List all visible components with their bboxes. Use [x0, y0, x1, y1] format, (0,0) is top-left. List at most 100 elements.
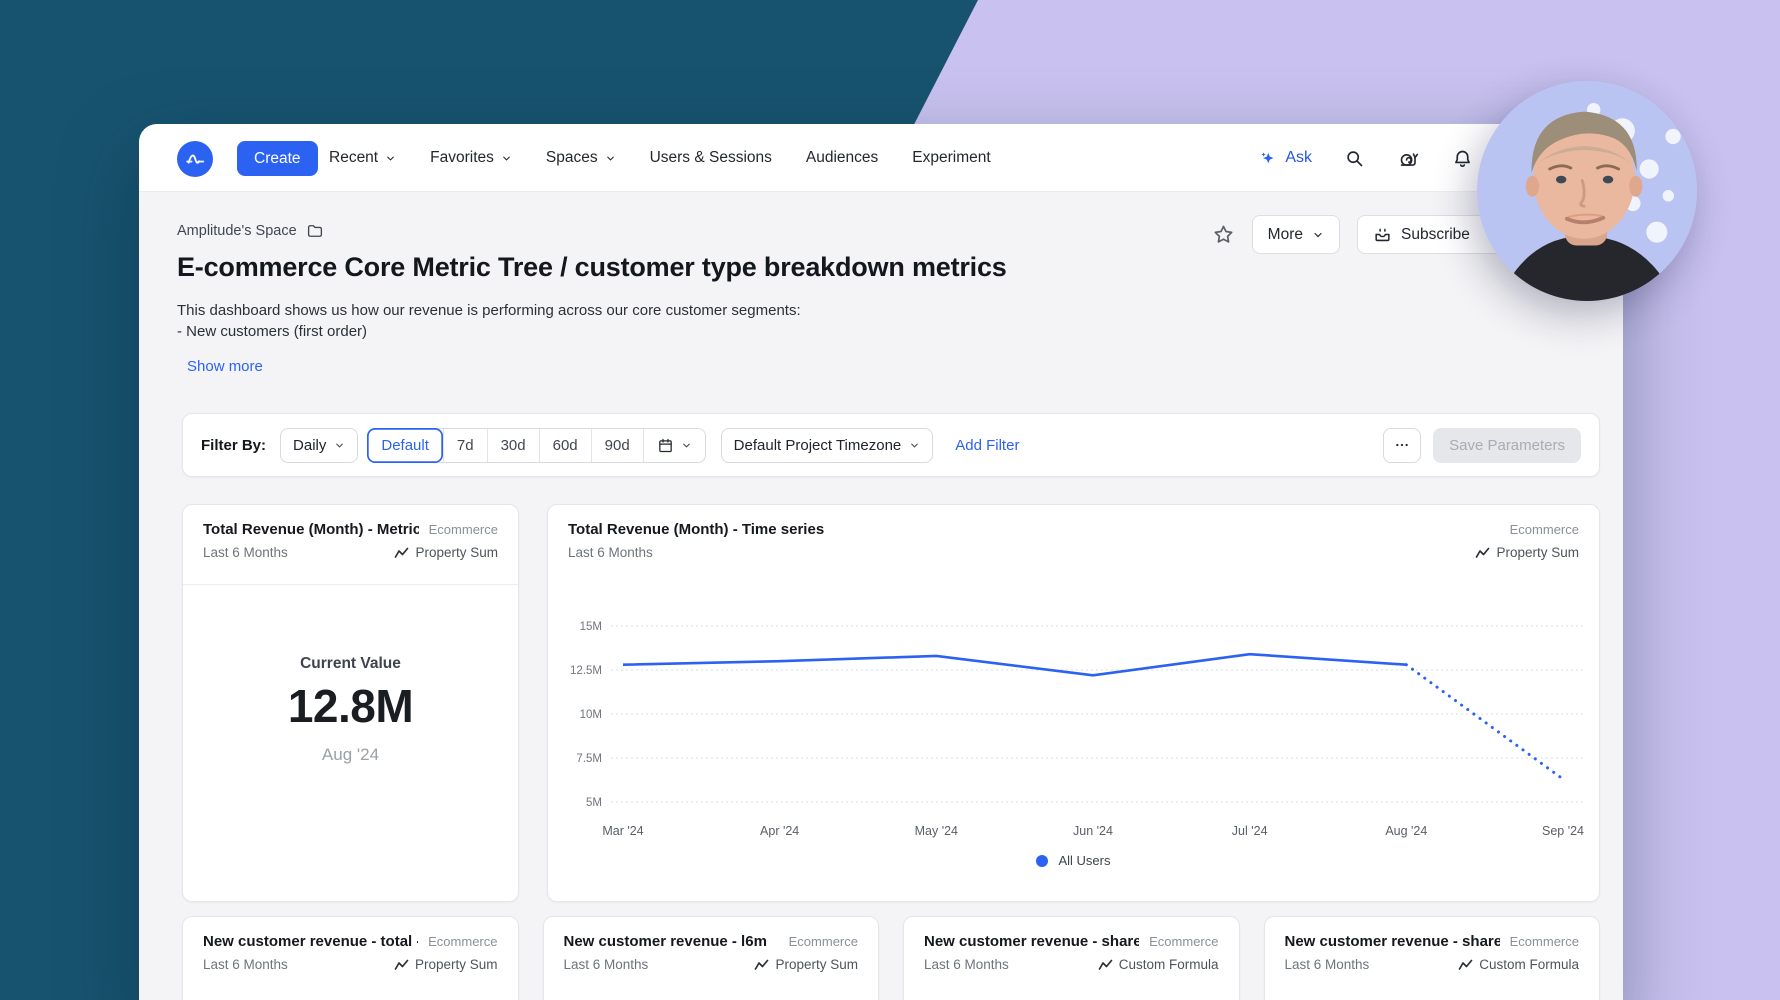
zigzag-line-icon — [394, 959, 409, 971]
bottom-card-new-customer-l6m[interactable]: New customer revenue - l6m Ecommerce Las… — [543, 916, 880, 1000]
measure-label: Property Sum — [415, 545, 498, 560]
nav-item-users-sessions[interactable]: Users & Sessions — [650, 149, 772, 167]
description-line: This dashboard shows us how our revenue … — [177, 300, 801, 321]
current-value-label: Current Value — [183, 655, 518, 673]
timeseries-card[interactable]: Total Revenue (Month) - Time series Ecom… — [547, 504, 1600, 902]
range-option-60d[interactable]: 60d — [539, 429, 591, 462]
save-parameters-button[interactable]: Save Parameters — [1433, 428, 1581, 463]
card-header: New customer revenue - l6m Ecommerce Las… — [544, 917, 879, 972]
ask-label: Ask — [1285, 149, 1312, 167]
more-button[interactable]: More — [1252, 215, 1340, 254]
card-range: Last 6 Months — [203, 545, 288, 560]
legend-label: All Users — [1058, 853, 1110, 868]
create-button[interactable]: Create — [237, 141, 318, 176]
filter-by-label: Filter By: — [201, 437, 266, 454]
card-title: New customer revenue - total - ... — [203, 933, 418, 950]
chevron-down-icon — [501, 153, 512, 164]
nav-item-recent[interactable]: Recent — [329, 149, 396, 167]
breadcrumb-label: Amplitude's Space — [177, 223, 297, 239]
measure-label: Property Sum — [775, 957, 858, 972]
nav-item-experiment[interactable]: Experiment — [912, 149, 990, 167]
bottom-card-new-customer-total[interactable]: New customer revenue - total - ... Ecomm… — [182, 916, 519, 1000]
card-measure: Property Sum — [754, 957, 858, 972]
card-measure: Property Sum — [1475, 545, 1579, 560]
timezone-dropdown[interactable]: Default Project Timezone — [721, 428, 934, 463]
add-filter-link[interactable]: Add Filter — [955, 437, 1019, 454]
measure-label: Custom Formula — [1479, 957, 1579, 972]
measure-label: Custom Formula — [1119, 957, 1219, 972]
timezone-value: Default Project Timezone — [734, 437, 902, 454]
x-tick-label: Mar '24 — [602, 824, 643, 838]
card-header: Total Revenue (Month) - Time series Ecom… — [548, 505, 1599, 560]
chevron-down-icon — [1312, 229, 1324, 241]
whats-new-button[interactable] — [1397, 147, 1420, 170]
granularity-dropdown[interactable]: Daily — [280, 428, 358, 463]
header-actions: More Subscribe — [1212, 215, 1503, 254]
forecast-line — [1406, 665, 1563, 779]
description-line: - New customers (first order) — [177, 321, 801, 342]
search-button[interactable] — [1344, 148, 1365, 169]
legend-item-all-users[interactable]: All Users — [548, 853, 1599, 868]
card-range: Last 6 Months — [568, 545, 653, 560]
card-measure: Custom Formula — [1458, 957, 1579, 972]
amplitude-logo-icon — [184, 148, 206, 170]
x-tick-label: Apr '24 — [760, 824, 799, 838]
range-option-7d[interactable]: 7d — [443, 429, 487, 462]
bottom-card-new-customer-share-1[interactable]: New customer revenue - share ... Ecommer… — [903, 916, 1240, 1000]
date-range-segment: Default 7d 30d 60d 90d — [367, 428, 705, 463]
nav-item-label: Spaces — [546, 149, 598, 167]
card-divider — [183, 584, 518, 585]
card-header: Total Revenue (Month) - Metric Ecommerce… — [183, 505, 518, 560]
chevron-down-icon — [909, 440, 920, 451]
card-title: Total Revenue (Month) - Time series — [568, 521, 824, 538]
amplitude-logo[interactable] — [177, 141, 213, 177]
chevron-down-icon — [681, 440, 692, 451]
timeseries-plot: 5M7.5M10M12.5M15MMar '24Apr '24May '24Ju… — [548, 505, 1601, 903]
granularity-value: Daily — [293, 437, 326, 454]
search-icon — [1344, 148, 1365, 169]
overflow-menu-button[interactable] — [1383, 428, 1421, 463]
revenue-line — [623, 654, 1406, 675]
card-measure: Custom Formula — [1098, 957, 1219, 972]
ellipsis-icon — [1394, 437, 1410, 453]
custom-date-option[interactable] — [643, 429, 705, 462]
card-tag: Ecommerce — [1510, 522, 1579, 537]
range-option-default[interactable]: Default — [367, 428, 443, 463]
sparkle-icon — [1258, 149, 1277, 168]
bell-icon — [1452, 148, 1473, 169]
nav-item-label: Audiences — [806, 149, 878, 167]
current-value-date: Aug '24 — [183, 745, 518, 765]
card-range: Last 6 Months — [1285, 957, 1370, 972]
y-tick-label: 10M — [580, 709, 602, 721]
range-option-30d[interactable]: 30d — [487, 429, 539, 462]
card-title: New customer revenue - share ... — [1285, 933, 1500, 950]
card-tag: Ecommerce — [1510, 934, 1579, 949]
ask-button[interactable]: Ask — [1258, 149, 1312, 168]
y-tick-label: 7.5M — [576, 753, 602, 765]
bottom-card-new-customer-share-2[interactable]: New customer revenue - share ... Ecommer… — [1264, 916, 1601, 1000]
nav-item-label: Experiment — [912, 149, 990, 167]
nav-item-spaces[interactable]: Spaces — [546, 149, 616, 167]
favorite-star-button[interactable] — [1212, 223, 1235, 246]
card-tag: Ecommerce — [789, 934, 858, 949]
bottom-card-row: New customer revenue - total - ... Ecomm… — [182, 916, 1600, 1000]
legend-swatch — [1036, 855, 1048, 867]
breadcrumb[interactable]: Amplitude's Space — [177, 222, 324, 240]
card-range: Last 6 Months — [924, 957, 1009, 972]
chevron-down-icon — [334, 440, 345, 451]
page-title: E-commerce Core Metric Tree / customer t… — [177, 252, 1007, 283]
star-icon — [1212, 223, 1235, 246]
measure-label: Property Sum — [415, 957, 498, 972]
show-more-link[interactable]: Show more — [187, 358, 263, 375]
notifications-button[interactable] — [1452, 148, 1473, 169]
metric-card[interactable]: Total Revenue (Month) - Metric Ecommerce… — [182, 504, 519, 902]
nav-item-favorites[interactable]: Favorites — [430, 149, 512, 167]
x-tick-label: Jun '24 — [1073, 824, 1113, 838]
range-option-90d[interactable]: 90d — [591, 429, 643, 462]
card-measure: Property Sum — [394, 957, 498, 972]
x-tick-label: Sep '24 — [1542, 824, 1584, 838]
subscribe-label: Subscribe — [1401, 226, 1470, 244]
nav-item-audiences[interactable]: Audiences — [806, 149, 878, 167]
card-title: New customer revenue - share ... — [924, 933, 1139, 950]
current-value: 12.8M — [183, 679, 518, 733]
